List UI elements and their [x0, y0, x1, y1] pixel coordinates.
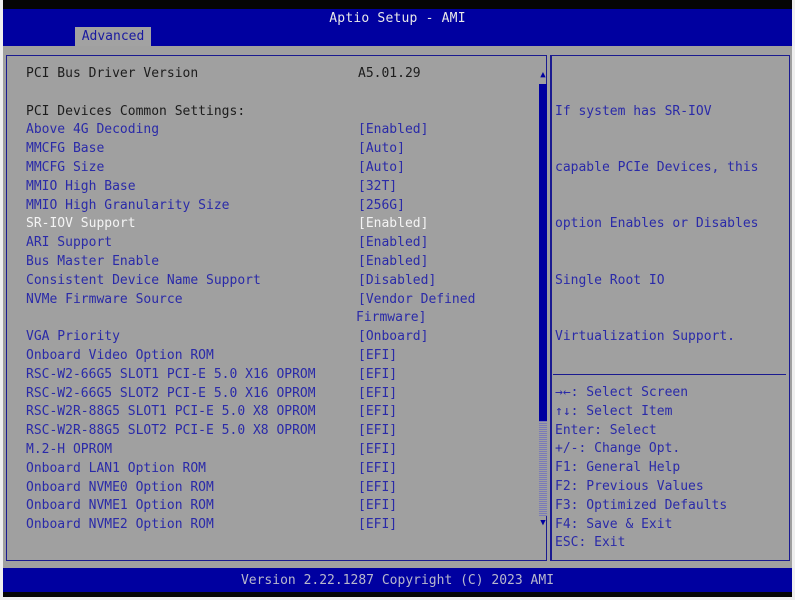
bottom-edge [3, 592, 792, 597]
setting-item[interactable]: Onboard NVME1 Option ROM [26, 497, 214, 515]
setting-item[interactable]: RSC-W2-66G5 SLOT1 PCI-E 5.0 X16 OPROM [26, 366, 316, 384]
key-legend: →←: Select Screen ↑↓: Select Item Enter:… [555, 384, 785, 553]
help-line: option Enables or Disables [555, 216, 759, 232]
setting-value[interactable]: [EFI] [358, 347, 397, 365]
setting-item[interactable]: ARI Support [26, 234, 112, 252]
key-f4: F4: Save & Exit [555, 516, 673, 532]
setting-value[interactable]: [EFI] [358, 422, 397, 440]
setting-value[interactable]: [EFI] [358, 403, 397, 421]
help-line: capable PCIe Devices, this [555, 159, 759, 175]
setting-value[interactable]: [Vendor Defined [358, 291, 475, 309]
setting-value[interactable]: [Auto] [358, 140, 405, 158]
help-line: Single Root IO [555, 272, 665, 288]
setting-label: PCI Bus Driver Version [26, 66, 199, 81]
setting-item[interactable]: M.2-H OPROM [26, 441, 112, 459]
setting-item[interactable]: SR-IOV Support [26, 215, 136, 233]
setting-item[interactable]: RSC-W2R-88G5 SLOT1 PCI-E 5.0 X8 OPROM [26, 403, 316, 421]
setting-item[interactable]: RSC-W2-66G5 SLOT2 PCI-E 5.0 X16 OPROM [26, 385, 316, 403]
key-select-item: ↑↓: Select Item [555, 403, 673, 419]
setting-value[interactable]: [Enabled] [358, 121, 428, 139]
setting-value[interactable]: [Auto] [358, 159, 405, 177]
setting-value[interactable]: [Disabled] [358, 272, 436, 290]
setting-item[interactable]: Onboard NVME0 Option ROM [26, 479, 214, 497]
setting-value[interactable]: [Enabled] [358, 253, 428, 271]
scroll-up-icon[interactable]: ▲ [538, 70, 548, 80]
top-edge [3, 0, 792, 9]
setting-value[interactable]: [32T] [358, 178, 397, 196]
setting-item[interactable]: Onboard NVME2 Option ROM [26, 516, 214, 534]
key-change-opt: +/-: Change Opt. [555, 441, 681, 457]
setting-item[interactable]: MMCFG Base [26, 140, 104, 158]
setting-item[interactable]: Above 4G Decoding [26, 121, 159, 139]
setting-item[interactable]: MMIO High Base [26, 178, 136, 196]
help-divider [553, 374, 786, 375]
setting-value[interactable]: [EFI] [358, 441, 397, 459]
setting-item[interactable]: RSC-W2R-88G5 SLOT2 PCI-E 5.0 X8 OPROM [26, 422, 316, 440]
app-title: Aptio Setup - AMI [329, 11, 466, 26]
setting-label: PCI Devices Common Settings: [26, 103, 246, 119]
arrows-left-right-icon: →← [555, 385, 571, 400]
setting-value[interactable]: [EFI] [358, 497, 397, 515]
setting-readonly-value: A5.01.29 [358, 66, 421, 81]
setting-item[interactable]: NVMe Firmware Source [26, 291, 183, 309]
key-f2: F2: Previous Values [555, 478, 704, 494]
setting-value[interactable]: [EFI] [358, 460, 397, 478]
tab-advanced[interactable]: Advanced [75, 27, 151, 46]
help-text: If system has SR-IOV capable PCIe Device… [555, 65, 785, 366]
footer-bar: Version 2.22.1287 Copyright (C) 2023 AMI [3, 568, 792, 592]
scrollbar-thumb[interactable] [539, 84, 547, 421]
setting-item[interactable]: Bus Master Enable [26, 253, 159, 271]
version-text: Version 2.22.1287 Copyright (C) 2023 AMI [240, 573, 555, 588]
setting-value[interactable]: Firmware] [356, 309, 426, 327]
key-select-screen: →←: Select Screen [555, 385, 689, 400]
setting-item[interactable]: Onboard Video Option ROM [26, 347, 214, 365]
help-line: Virtualization Support. [555, 329, 736, 345]
setting-item[interactable]: MMIO High Granularity Size [26, 197, 230, 215]
setting-item[interactable]: MMCFG Size [26, 159, 104, 177]
scroll-down-icon[interactable]: ▼ [538, 518, 548, 528]
key-enter: Enter: Select [555, 422, 657, 438]
key-f1: F1: General Help [555, 460, 681, 476]
key-f3: F3: Optimized Defaults [555, 497, 728, 513]
setting-value[interactable]: [EFI] [358, 366, 397, 384]
setting-value[interactable]: [Enabled] [358, 234, 428, 252]
setting-item[interactable]: Consistent Device Name Support [26, 272, 261, 290]
setting-item[interactable]: VGA Priority [26, 328, 120, 346]
setting-value[interactable]: [EFI] [358, 479, 397, 497]
help-line: If system has SR-IOV [555, 103, 712, 119]
setting-value[interactable]: [EFI] [358, 516, 397, 534]
arrows-up-down-icon: ↑↓ [555, 403, 571, 419]
setting-value[interactable]: [Onboard] [358, 328, 428, 346]
key-esc: ESC: Exit [555, 535, 626, 551]
setting-value[interactable]: [256G] [358, 197, 405, 215]
setting-value[interactable]: [Enabled] [358, 215, 428, 233]
setting-value[interactable]: [EFI] [358, 385, 397, 403]
setting-item[interactable]: Onboard LAN1 Option ROM [26, 460, 206, 478]
